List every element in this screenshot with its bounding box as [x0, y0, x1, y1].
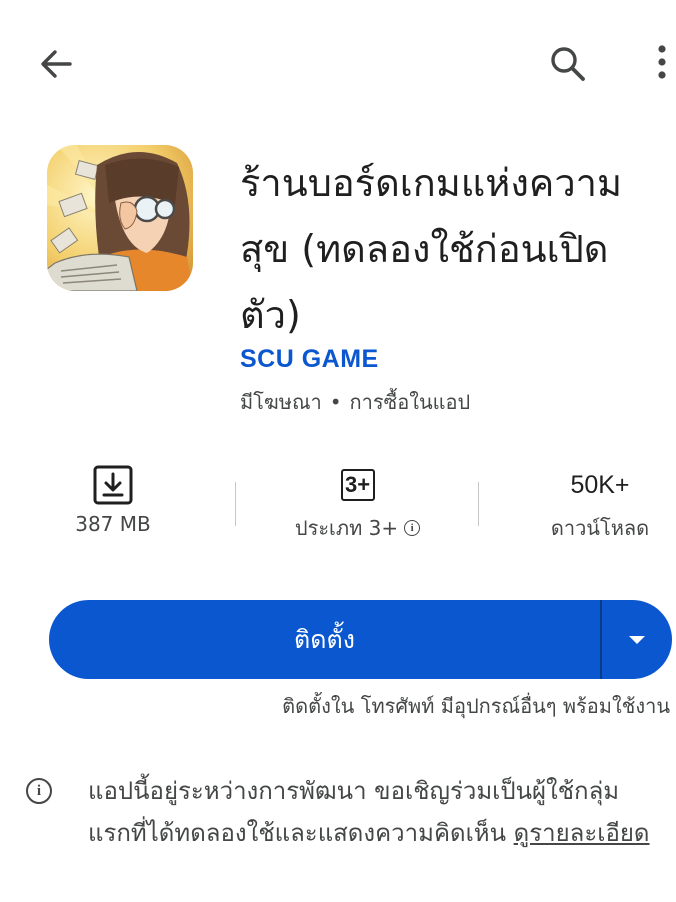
app-title: ร้านบอร์ดเกมแห่งความสุข (ทดลองใช้ก่อนเปิ… [240, 161, 623, 337]
search-icon [551, 47, 585, 81]
search-button[interactable] [546, 42, 590, 86]
arrow-back-icon [41, 50, 72, 78]
app-meta: มีโฆษณา • การซื้อในแอป [240, 386, 470, 418]
early-access-notice: แอปนี้อยู่ระหว่างการพัฒนา ขอเชิญร่วมเป็น… [88, 770, 658, 854]
more-options-button[interactable] [648, 42, 676, 86]
learn-more-link[interactable]: ดูรายละเอียด [514, 819, 650, 847]
downloads-value: 50K+ [570, 470, 630, 499]
content-rating-label: ประเภท 3+ [294, 516, 399, 540]
info-icon: i [404, 520, 421, 536]
arrow-drop-down-icon [629, 635, 645, 644]
install-button[interactable]: ติดตั้ง [49, 600, 600, 679]
app-icon [47, 145, 193, 291]
downloads-stat: 50K+ ดาวน์โหลด [530, 464, 670, 544]
install-options-dropdown[interactable] [602, 600, 672, 679]
info-icon: i [26, 778, 52, 804]
back-button[interactable] [34, 42, 78, 86]
developer-link[interactable]: SCU GAME [240, 345, 379, 374]
downloads-label: ดาวน์โหลด [550, 516, 650, 540]
content-rating-badge: 3+ [340, 469, 375, 501]
meta-separator: • [329, 390, 342, 414]
download-icon [93, 465, 133, 505]
content-rating-stat[interactable]: 3+ ประเภท 3+ i [270, 464, 445, 544]
contains-ads-label: มีโฆษณา [240, 390, 322, 414]
install-button-group: ติดตั้ง [49, 600, 672, 679]
install-devices-note: ติดตั้งใน โทรศัพท์ มีอุปกรณ์อื่นๆ พร้อมใ… [282, 694, 670, 718]
stat-divider [235, 482, 236, 526]
in-app-purchases-label: การซื้อในแอป [349, 390, 471, 414]
top-app-bar [0, 0, 676, 120]
size-stat: 387 MB [48, 464, 178, 536]
size-label: 387 MB [75, 512, 151, 536]
stat-divider [478, 482, 479, 526]
more-vert-icon [658, 45, 666, 79]
